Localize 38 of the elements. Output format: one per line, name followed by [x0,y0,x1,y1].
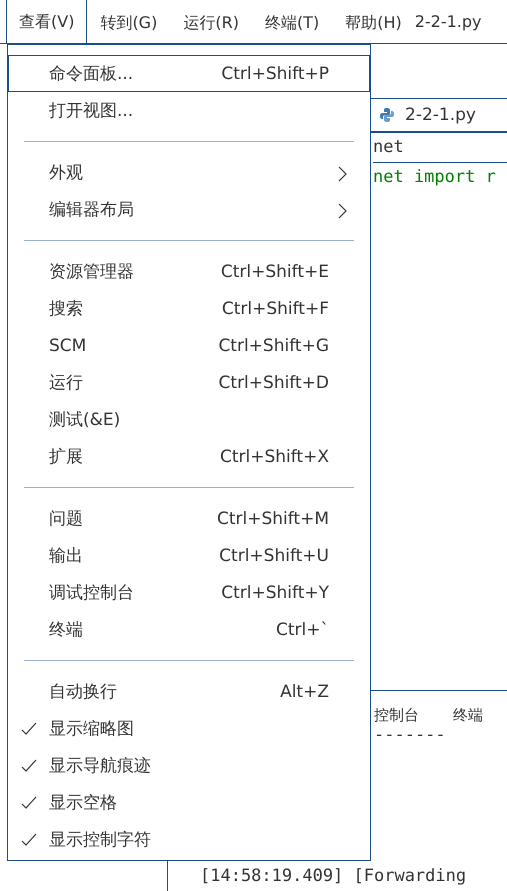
menubar-item[interactable]: 终端(T) [252,0,332,44]
check-icon [21,833,37,847]
chevron-right-icon [338,203,347,219]
menu-item[interactable]: 终端 Ctrl+` [8,611,370,648]
menu-item[interactable]: 搜索 Ctrl+Shift+F [8,290,370,327]
menu-item[interactable]: SCM Ctrl+Shift+G [8,327,370,364]
code-line: net import r [373,166,497,189]
editor-tab[interactable]: 2-2-1.py [371,99,507,131]
python-file-icon [379,107,395,123]
terminal-line: ------- [374,725,447,745]
menu-item[interactable]: 扩展 Ctrl+Shift+X [8,438,370,475]
menu-item[interactable]: 显示导航痕迹 [8,747,370,784]
menubar-item[interactable]: 帮助(H) [332,0,415,44]
menu-item[interactable]: 自动换行 Alt+Z [8,673,370,710]
menubar-item[interactable]: 运行(R) [170,0,252,44]
menu-item[interactable]: 编辑器布局 [8,191,370,228]
check-icon [21,759,37,773]
menu-item[interactable]: 运行 Ctrl+Shift+D [8,364,370,401]
menu-item[interactable]: 命令面板... Ctrl+Shift+P [8,55,370,92]
menu-item[interactable]: 打开视图... [8,92,370,129]
menu-item[interactable]: 显示缩略图 [8,710,370,747]
menubar-item[interactable]: 转到(G) [87,0,170,44]
chevron-right-icon [338,166,347,182]
terminal-line: [14:58:19.409] [Forwarding [200,866,468,886]
menu-item[interactable]: 问题 Ctrl+Shift+M [8,500,370,537]
menu-item[interactable]: 显示空格 [8,784,370,821]
menu-item[interactable]: 测试(&E) [8,401,370,438]
menu-item[interactable]: 显示控制字符 [8,821,370,858]
menu-item[interactable]: 资源管理器 Ctrl+Shift+E [8,253,370,290]
menu-item[interactable]: 外观 [8,154,370,191]
menu-item[interactable]: 调试控制台 Ctrl+Shift+Y [8,574,370,611]
check-icon [21,796,37,810]
check-icon [21,722,37,736]
panel-tab[interactable]: 终端 [453,706,483,725]
menu-item[interactable]: 输出 Ctrl+Shift+U [8,537,370,574]
window-title: 2-2-1.py [414,12,482,31]
code-line: net [373,133,507,163]
panel-tab[interactable]: 控制台 [374,706,419,725]
